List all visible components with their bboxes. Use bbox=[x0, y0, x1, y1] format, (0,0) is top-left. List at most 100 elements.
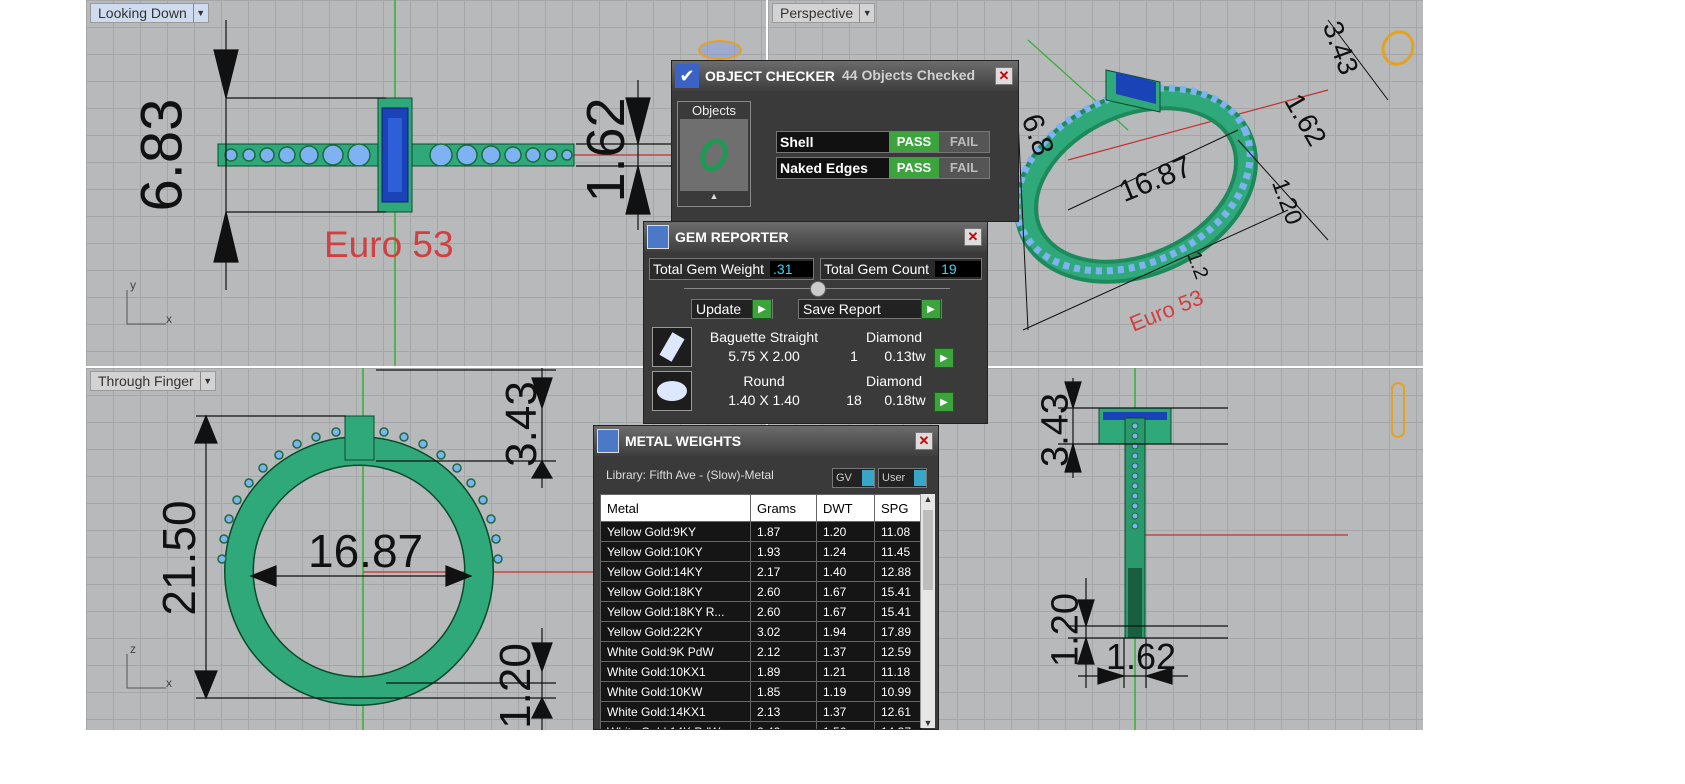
table-row[interactable]: Yellow Gold:18KY R... 2.60 1.67 15.41 bbox=[600, 601, 922, 622]
table-row[interactable]: Yellow Gold:9KY 1.87 1.20 11.08 bbox=[600, 521, 922, 542]
chevron-down-icon[interactable]: ▼ bbox=[192, 4, 208, 22]
metal-weights-titlebar[interactable]: METAL WEIGHTS ✕ bbox=[594, 426, 938, 456]
table-row[interactable]: White Gold:14KX1 2.13 1.37 12.61 bbox=[600, 701, 922, 722]
toggle-indicator bbox=[862, 470, 874, 486]
column-header[interactable]: SPG bbox=[874, 494, 922, 522]
play-icon[interactable]: ▶ bbox=[934, 392, 954, 412]
gem-material: Diamond bbox=[865, 329, 923, 345]
checkmark-icon: ✔ bbox=[675, 64, 699, 88]
total-gem-weight-box: Total Gem Weight .31 bbox=[649, 258, 815, 280]
save-report-button[interactable]: Save Report ▶ bbox=[798, 299, 942, 319]
dim-front-inner-diameter: 16.87 bbox=[308, 525, 424, 577]
table-row[interactable]: Yellow Gold:22KY 3.02 1.94 17.89 bbox=[600, 621, 922, 642]
fail-badge[interactable]: FAIL bbox=[939, 158, 989, 178]
gem-size: 5.75 X 2.00 bbox=[728, 348, 800, 364]
close-icon[interactable]: ✕ bbox=[995, 67, 1013, 85]
table-row[interactable]: White Gold:10KW 1.85 1.19 10.99 bbox=[600, 681, 922, 702]
column-header[interactable]: DWT bbox=[816, 494, 875, 522]
table-row[interactable]: Yellow Gold:14KY 2.17 1.40 12.88 bbox=[600, 561, 922, 582]
fail-badge[interactable]: FAIL bbox=[939, 132, 989, 152]
object-checker-titlebar[interactable]: ✔ OBJECT CHECKER 44 Objects Checked ✕ bbox=[672, 61, 1018, 91]
axis-gizmo bbox=[126, 290, 166, 325]
pass-badge[interactable]: PASS bbox=[889, 158, 939, 178]
scroll-up-icon[interactable]: ▲ bbox=[678, 191, 750, 201]
gv-toggle[interactable]: GV bbox=[832, 468, 875, 488]
dim-front-height: 21.50 bbox=[153, 500, 205, 616]
table-row[interactable]: White Gold:10KX1 1.89 1.21 11.18 bbox=[600, 661, 922, 682]
gem-size: 1.40 X 1.40 bbox=[728, 392, 800, 408]
gem-reporter-title: GEM REPORTER bbox=[675, 229, 789, 245]
total-gem-weight-value: .31 bbox=[770, 261, 814, 277]
metal-weights-table: Metal Grams DWT SPG Yellow Gold:9KY 1.87 1… bbox=[600, 494, 922, 729]
chevron-down-icon[interactable]: ▼ bbox=[859, 4, 874, 22]
pass-badge[interactable]: PASS bbox=[889, 132, 939, 152]
dim-right-width: 1.62 bbox=[1106, 636, 1177, 677]
table-row[interactable]: Yellow Gold:18KY 2.60 1.67 15.41 bbox=[600, 581, 922, 602]
object-checker-title: OBJECT CHECKER bbox=[705, 68, 835, 84]
update-button[interactable]: Update ▶ bbox=[691, 299, 773, 319]
baguette-gem-top bbox=[377, 97, 413, 213]
library-label: Library: Fifth Ave - (Slow)-Metal bbox=[606, 468, 774, 482]
gem-weight: 0.18tw bbox=[884, 392, 926, 408]
table-scrollbar[interactable]: ▲ ▼ bbox=[920, 494, 935, 728]
dim-top-height: 6.83 bbox=[129, 98, 195, 212]
column-header[interactable]: Metal bbox=[600, 494, 751, 522]
axis-gizmo bbox=[126, 654, 166, 689]
play-icon: ▶ bbox=[752, 299, 772, 319]
viewport-label-looking-down[interactable]: Looking Down ▼ bbox=[90, 3, 209, 23]
gem-count: 1 bbox=[850, 348, 858, 364]
slider-handle[interactable] bbox=[810, 281, 826, 297]
total-gem-count-box: Total Gem Count 19 bbox=[820, 258, 983, 280]
euro-size-label: Euro 53 bbox=[324, 224, 454, 265]
axis-x-label: x bbox=[166, 676, 172, 690]
table-row[interactable]: White Gold:14K PdW2.421.5614.37 bbox=[600, 721, 922, 729]
ring-shank-right bbox=[1098, 407, 1172, 639]
scroll-down-icon[interactable]: ▼ bbox=[921, 718, 935, 728]
gem-row-baguette[interactable]: Baguette Straight Diamond 5.75 X 2.00 1 … bbox=[652, 327, 954, 368]
gem-reporter-titlebar[interactable]: GEM REPORTER ✕ bbox=[644, 222, 987, 252]
scroll-up-icon[interactable]: ▲ bbox=[921, 494, 935, 504]
close-icon[interactable]: ✕ bbox=[964, 228, 982, 246]
dim-right-top: 3.43 bbox=[1034, 393, 1077, 467]
total-gem-weight-label: Total Gem Weight bbox=[653, 261, 765, 277]
gem-slider[interactable] bbox=[684, 281, 950, 297]
objects-box: Objects ▲ bbox=[677, 101, 751, 207]
object-ring-thumbnail[interactable] bbox=[680, 119, 748, 191]
gem-shape: Baguette Straight bbox=[709, 329, 819, 345]
viewport-label-perspective[interactable]: Perspective ▼ bbox=[772, 3, 876, 23]
ring-icon bbox=[695, 134, 733, 176]
metal-table-wrap: Metal Grams DWT SPG Yellow Gold:9KY 1.87 1… bbox=[600, 494, 922, 729]
gem-count: 18 bbox=[846, 392, 862, 408]
baguette-gem-icon bbox=[652, 327, 692, 367]
gem-reporter-panel: GEM REPORTER ✕ Total Gem Weight .31 Tota… bbox=[643, 221, 988, 424]
play-icon: ▶ bbox=[921, 299, 941, 319]
chevron-down-icon[interactable]: ▼ bbox=[199, 372, 215, 390]
scroll-thumb[interactable] bbox=[923, 510, 933, 590]
play-icon[interactable]: ▶ bbox=[934, 348, 954, 368]
gem-weight: 0.13tw bbox=[884, 348, 926, 364]
table-row[interactable]: Yellow Gold:10KY 1.93 1.24 11.45 bbox=[600, 541, 922, 562]
close-icon[interactable]: ✕ bbox=[915, 432, 933, 450]
check-row-shell: Shell PASS FAIL bbox=[776, 131, 990, 153]
ring-thumbnail-icon[interactable] bbox=[1391, 382, 1405, 438]
check-row-naked-edges: Naked Edges PASS FAIL bbox=[776, 157, 990, 179]
object-checker-panel: ✔ OBJECT CHECKER 44 Objects Checked ✕ Ob… bbox=[671, 60, 1019, 222]
metal-weights-title: METAL WEIGHTS bbox=[625, 433, 742, 449]
ring-thumbnail-icon[interactable] bbox=[698, 40, 742, 60]
gem-row-round[interactable]: Round Diamond 1.40 X 1.40 18 0.18tw ▶ bbox=[652, 371, 954, 412]
toggle-indicator bbox=[914, 470, 926, 486]
viewport-label-through-finger[interactable]: Through Finger ▼ bbox=[90, 371, 216, 391]
objects-checked-status: 44 Objects Checked bbox=[842, 67, 976, 83]
metal-weights-panel: METAL WEIGHTS ✕ Library: Fifth Ave - (Sl… bbox=[593, 425, 939, 730]
column-header[interactable]: Grams bbox=[750, 494, 817, 522]
gem-reporter-icon bbox=[647, 225, 669, 249]
metal-table-body: Yellow Gold:9KY 1.87 1.20 11.08 Yellow Gold… bbox=[600, 521, 922, 729]
axis-x-label: x bbox=[166, 312, 172, 326]
gem-totals-row: Total Gem Weight .31 Total Gem Count 19 bbox=[649, 258, 983, 280]
dim-front-top: 3.43 bbox=[497, 381, 546, 467]
dim-right-bottom: 1.20 bbox=[1044, 593, 1087, 667]
objects-label: Objects bbox=[691, 103, 737, 118]
metal-weights-icon bbox=[597, 429, 619, 453]
table-row[interactable]: White Gold:9K PdW 2.12 1.37 12.59 bbox=[600, 641, 922, 662]
user-toggle[interactable]: User bbox=[878, 468, 927, 488]
